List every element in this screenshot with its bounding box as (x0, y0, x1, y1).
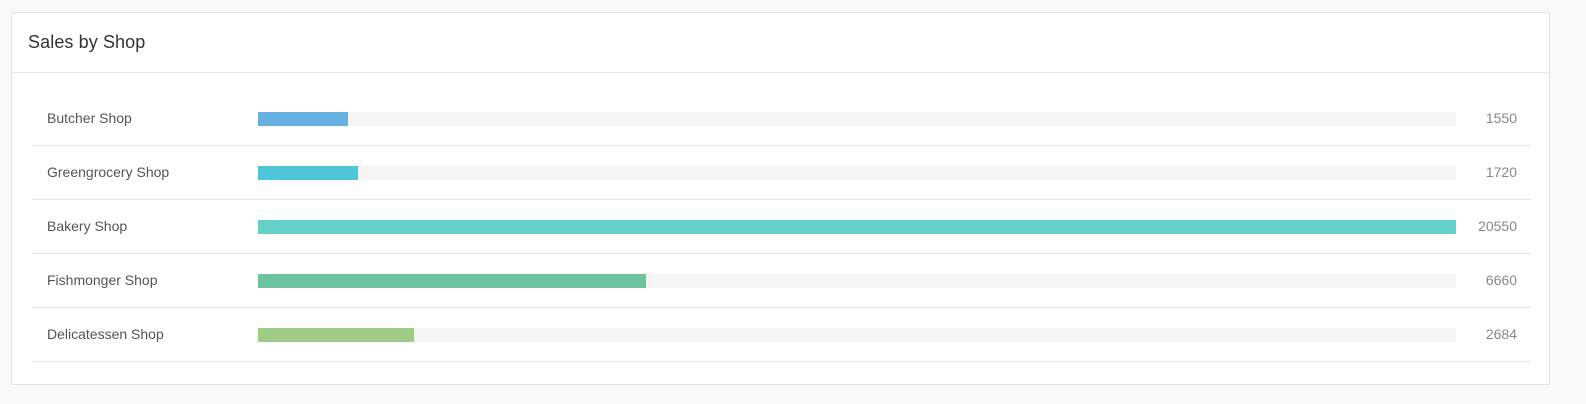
bar-label: Bakery Shop (47, 218, 128, 234)
bar-fill (258, 328, 414, 342)
bar-value-label: 1550 (1485, 110, 1517, 126)
bar-value-label: 2684 (1485, 326, 1517, 342)
bar-track (258, 220, 1456, 234)
bar-list: Butcher Shop 1550 Greengrocery Shop 1720 Bak… (32, 92, 1531, 362)
bar-label: Butcher Shop (47, 110, 132, 126)
bar-fill (258, 274, 646, 288)
bar-row: Delicatessen Shop 2684 (32, 308, 1531, 362)
bar-track (258, 274, 1456, 288)
bar-label: Greengrocery Shop (47, 164, 170, 180)
bar-row: Bakery Shop 20550 (32, 200, 1531, 254)
panel-header: Sales by Shop (12, 13, 1549, 73)
bar-fill (258, 220, 1456, 234)
bar-fill (258, 166, 358, 180)
bar-track (258, 166, 1456, 180)
bar-track (258, 112, 1456, 126)
bar-label: Fishmonger Shop (47, 272, 158, 288)
bar-track (258, 328, 1456, 342)
panel-title: Sales by Shop (28, 32, 146, 52)
bar-row: Fishmonger Shop 6660 (32, 254, 1531, 308)
bar-fill (258, 112, 348, 126)
bar-row: Greengrocery Shop 1720 (32, 146, 1531, 200)
bar-row: Butcher Shop 1550 (32, 92, 1531, 146)
bar-value-label: 1720 (1485, 164, 1517, 180)
bar-label: Delicatessen Shop (47, 326, 164, 342)
sales-by-shop-panel: Sales by Shop Butcher Shop 1550 Greengroce… (11, 12, 1550, 385)
bar-value-label: 6660 (1485, 272, 1517, 288)
bar-value-label: 20550 (1478, 218, 1517, 234)
